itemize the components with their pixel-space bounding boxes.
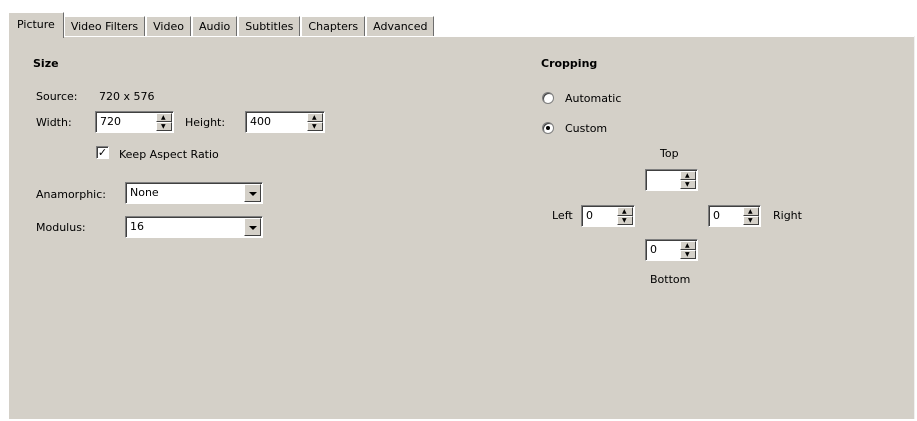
custom-label: Custom [565, 122, 608, 135]
bottom-label: Bottom [650, 273, 691, 286]
source-value: 720 x 576 [99, 90, 155, 103]
height-label: Height: [185, 116, 226, 129]
down-arrow-icon: ▼ [748, 217, 753, 224]
width-increment-button[interactable]: ▲ [156, 113, 172, 122]
keep-aspect-checkbox[interactable]: ✓ [96, 146, 109, 159]
down-arrow-icon: ▼ [685, 181, 690, 188]
picture-panel: Size Source: 720 x 576 Width: 720 ▲ ▼ He… [8, 36, 914, 419]
right-spinner[interactable]: 0 ▲ ▼ [708, 205, 761, 227]
automatic-label: Automatic [565, 92, 622, 105]
panel-edge [914, 36, 915, 419]
tab-label: Audio [198, 20, 231, 33]
up-arrow-icon: ▲ [685, 242, 690, 249]
tab-video[interactable]: Video [146, 16, 191, 38]
width-label: Width: [36, 116, 72, 129]
modulus-label: Modulus: [36, 221, 86, 234]
tab-video-filters[interactable]: Video Filters [63, 16, 146, 38]
height-value: 400 [250, 115, 271, 128]
tab-picture[interactable]: Picture [8, 12, 64, 38]
modulus-select[interactable]: 16 [125, 216, 263, 238]
tab-chapters[interactable]: Chapters [301, 16, 366, 38]
height-spin-buttons: ▲ ▼ [307, 113, 323, 131]
up-arrow-icon: ▲ [685, 172, 690, 179]
anamorphic-select[interactable]: None [125, 182, 263, 204]
size-section-title: Size [33, 57, 59, 70]
down-arrow-icon: ▼ [685, 251, 690, 258]
up-arrow-icon: ▲ [622, 208, 627, 215]
down-arrow-icon: ▼ [622, 217, 627, 224]
width-spinner[interactable]: 720 ▲ ▼ [95, 111, 174, 133]
height-spinner[interactable]: 400 ▲ ▼ [245, 111, 325, 133]
bottom-spin-buttons: ▲ ▼ [680, 241, 696, 259]
left-spinner[interactable]: 0 ▲ ▼ [581, 205, 635, 227]
right-value: 0 [713, 209, 720, 222]
chevron-down-icon[interactable] [244, 218, 261, 236]
height-decrement-button[interactable]: ▼ [307, 122, 323, 131]
chevron-down-icon[interactable] [244, 184, 261, 202]
tab-audio[interactable]: Audio [191, 16, 238, 38]
down-arrow-icon: ▼ [161, 123, 166, 130]
width-spin-buttons: ▲ ▼ [156, 113, 172, 131]
up-arrow-icon: ▲ [312, 114, 317, 121]
right-label: Right [773, 209, 802, 222]
tab-label: Video Filters [70, 20, 139, 33]
tab-strip: Picture Video Filters Video Audio Subtit… [8, 12, 435, 38]
top-increment-button[interactable]: ▲ [680, 171, 696, 180]
top-decrement-button[interactable]: ▼ [680, 180, 696, 189]
up-arrow-icon: ▲ [161, 114, 166, 121]
top-spin-buttons: ▲ ▼ [680, 171, 696, 189]
bottom-increment-button[interactable]: ▲ [680, 241, 696, 250]
width-value: 720 [100, 115, 121, 128]
anamorphic-value: None [130, 186, 159, 199]
tab-subtitles[interactable]: Subtitles [238, 16, 301, 38]
right-decrement-button[interactable]: ▼ [743, 216, 759, 225]
down-arrow-icon: ▼ [312, 123, 317, 130]
tab-label: Picture [17, 18, 55, 31]
right-increment-button[interactable]: ▲ [743, 207, 759, 216]
bottom-decrement-button[interactable]: ▼ [680, 250, 696, 259]
keep-aspect-label: Keep Aspect Ratio [119, 148, 219, 161]
automatic-radio[interactable] [542, 92, 554, 104]
tab-label: Video [153, 20, 184, 33]
left-increment-button[interactable]: ▲ [617, 207, 633, 216]
cropping-section-title: Cropping [541, 57, 598, 70]
bottom-spinner[interactable]: 0 ▲ ▼ [645, 239, 698, 261]
checkmark-icon: ✓ [97, 146, 108, 159]
left-label: Left [552, 209, 573, 222]
tab-label: Subtitles [245, 20, 294, 33]
height-increment-button[interactable]: ▲ [307, 113, 323, 122]
tab-advanced[interactable]: Advanced [366, 16, 435, 38]
top-spinner[interactable]: ▲ ▼ [645, 169, 698, 191]
custom-radio[interactable] [542, 122, 554, 134]
tab-label: Chapters [308, 20, 359, 33]
up-arrow-icon: ▲ [748, 208, 753, 215]
tab-label: Advanced [373, 20, 428, 33]
anamorphic-label: Anamorphic: [36, 188, 106, 201]
bottom-value: 0 [650, 243, 657, 256]
left-decrement-button[interactable]: ▼ [617, 216, 633, 225]
right-spin-buttons: ▲ ▼ [743, 207, 759, 225]
top-label: Top [660, 147, 679, 160]
width-decrement-button[interactable]: ▼ [156, 122, 172, 131]
left-spin-buttons: ▲ ▼ [617, 207, 633, 225]
left-value: 0 [586, 209, 593, 222]
source-label: Source: [36, 90, 78, 103]
modulus-value: 16 [130, 220, 144, 233]
